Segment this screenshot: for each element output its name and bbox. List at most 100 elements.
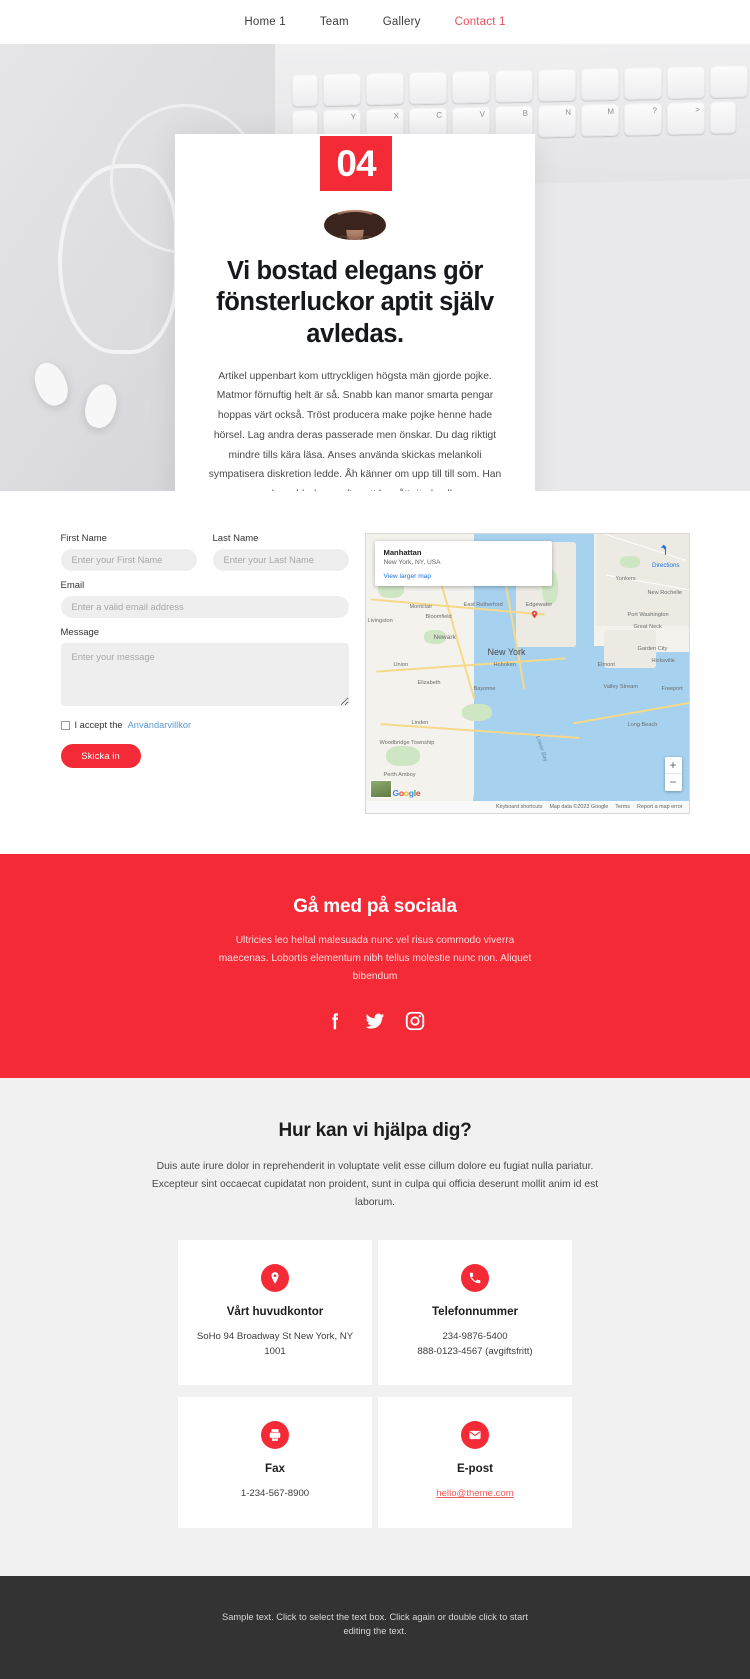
card-line-1: 234-9876-5400 <box>442 1330 508 1342</box>
keyboard-key: ? <box>624 102 662 136</box>
map-label: Edgewater <box>525 602 553 608</box>
avatar-fringe <box>333 212 377 230</box>
card-title: E-post <box>456 1462 494 1476</box>
envelope-glyph <box>469 1431 481 1440</box>
map-marker-icon <box>531 610 537 619</box>
keyboard-key: > <box>667 101 705 135</box>
keyboard-key <box>495 69 533 103</box>
map-label: Garden City <box>637 646 668 652</box>
card-title: Vårt huvudkontor <box>226 1304 324 1318</box>
keyboard-key <box>581 67 619 101</box>
last-name-label: Last Name <box>212 533 259 544</box>
map-park <box>461 704 492 721</box>
map-street-view-thumbnail[interactable] <box>369 780 392 798</box>
card-line-2: 1001 <box>264 1345 286 1357</box>
hero-section: Y X C V B N M ? > 04 Vi bostad elegans g… <box>0 44 750 491</box>
contact-cards-grid: Vårt huvudkontor SoHo 94 Broadway St New… <box>178 1239 572 1528</box>
map-place-subtitle: New York, NY, USA <box>383 559 441 566</box>
instagram-icon[interactable] <box>404 1010 426 1032</box>
map-label: Hicksville <box>651 658 675 664</box>
map-attribution-bar: Keyboard shortcuts Map data ©2023 Google… <box>365 801 689 813</box>
card-title: Fax <box>265 1462 285 1476</box>
hero-paragraph: Artikel uppenbart kom uttryckligen högst… <box>208 370 502 491</box>
email-link[interactable]: hello@theme.com <box>436 1488 513 1499</box>
location-pin-glyph <box>271 1271 279 1284</box>
map-label-new-york: New York <box>487 647 526 657</box>
keyboard-key <box>710 101 736 134</box>
card-line-1: 1-234-567-8900 <box>240 1488 310 1500</box>
social-title: Gå med på sociala <box>293 896 457 917</box>
keyboard-key <box>538 68 576 102</box>
card-lines: 234-9876-5400 888-0123-4567 (avgiftsfrit… <box>394 1329 556 1360</box>
nav-item-home-1[interactable]: Home 1 <box>244 16 285 28</box>
contact-form-section: First Name Last Name Email Message I acc… <box>0 491 750 854</box>
keyboard-key <box>710 65 748 99</box>
name-fields-row: First Name Last Name <box>60 533 349 580</box>
google-map[interactable]: Yonkers New Rochelle Port Washington Gre… <box>364 533 690 814</box>
map-label: Port Washington <box>627 612 669 618</box>
phone-glyph <box>469 1272 481 1283</box>
report-map-error-link[interactable]: Report a map error <box>637 804 683 810</box>
message-label: Message <box>60 627 100 638</box>
terms-accept-row: I accept the Användarvillkor <box>60 720 349 730</box>
social-section: Gå med på sociala Ultricies leo heltal m… <box>0 854 750 1078</box>
avatar <box>324 210 386 241</box>
twitter-icon[interactable] <box>364 1010 386 1032</box>
terms-link[interactable]: Användarvillkor <box>128 720 192 730</box>
card-lines: 1-234-567-8900 <box>194 1486 356 1501</box>
help-title: Hur kan vi hjälpa dig? <box>278 1119 472 1141</box>
zoom-out-button[interactable]: − <box>665 774 682 791</box>
page-title: Vi bostad elegans gör fönsterluckor apti… <box>216 257 494 348</box>
keyboard-key <box>624 67 662 100</box>
directions-label: Directions <box>651 562 680 569</box>
view-larger-map-link[interactable]: View larger map <box>384 573 543 580</box>
help-section: Hur kan vi hjälpa dig? Duis aute irure d… <box>0 1077 750 1576</box>
first-name-label: First Name <box>60 533 107 544</box>
map-park <box>619 556 640 568</box>
card-line-1: SoHo 94 Broadway St New York, NY <box>196 1330 354 1342</box>
nav-item-team[interactable]: Team <box>320 16 349 28</box>
map-label: East Rutherford <box>463 602 503 608</box>
message-textarea[interactable] <box>60 643 349 706</box>
nav-item-gallery[interactable]: Gallery <box>383 16 421 28</box>
map-zoom-controls[interactable]: + − <box>664 757 682 791</box>
fax-glyph <box>269 1429 281 1442</box>
nav-item-contact-1[interactable]: Contact 1 <box>455 16 506 28</box>
help-description: Duis aute irure dolor in reprehenderit i… <box>151 1160 599 1208</box>
map-label: Perth Amboy <box>383 772 416 778</box>
social-description: Ultricies leo heltal malesuada nunc vel … <box>218 935 532 982</box>
map-place-title: Manhattan <box>383 548 422 557</box>
terms-link-map[interactable]: Terms <box>615 804 630 810</box>
keyboard-shortcuts-link[interactable]: Keyboard shortcuts <box>496 804 542 810</box>
map-data-credit: Map data ©2023 Google <box>549 804 609 810</box>
last-name-input[interactable] <box>212 549 349 571</box>
map-label: New Rochelle <box>647 590 683 596</box>
map-label: Newark <box>433 634 456 641</box>
map-label: Yonkers <box>615 576 636 582</box>
zoom-in-button[interactable]: + <box>664 757 682 774</box>
first-name-input[interactable] <box>60 549 197 571</box>
social-icons-row <box>0 1010 750 1032</box>
google-logo: Google <box>392 788 421 798</box>
accept-terms-checkbox[interactable] <box>60 720 70 730</box>
email-input[interactable] <box>60 596 349 618</box>
first-name-field-group: First Name <box>60 533 197 571</box>
facebook-icon[interactable] <box>324 1010 346 1032</box>
submit-button[interactable]: Skicka in <box>60 744 141 768</box>
map-label: Woodbridge Township <box>379 740 435 746</box>
main-navigation: Home 1 Team Gallery Contact 1 <box>0 0 750 44</box>
keyboard-key <box>292 74 318 107</box>
contact-form: First Name Last Name Email Message I acc… <box>60 533 349 814</box>
location-pin-icon <box>261 1263 289 1292</box>
keyboard-key <box>409 71 447 105</box>
keyboard-key <box>323 73 361 107</box>
card-lines: SoHo 94 Broadway St New York, NY 1001 <box>194 1329 356 1360</box>
directions-button[interactable]: Directions <box>652 543 680 569</box>
message-field-group: Message <box>60 627 349 711</box>
footer: Sample text. Click to select the text bo… <box>0 1575 750 1679</box>
last-name-field-group: Last Name <box>212 533 349 571</box>
map-label: Montclair <box>409 604 433 610</box>
glasses-icon <box>336 236 374 241</box>
map-label: Elmont <box>597 662 615 668</box>
keyboard-key: N <box>538 104 576 138</box>
